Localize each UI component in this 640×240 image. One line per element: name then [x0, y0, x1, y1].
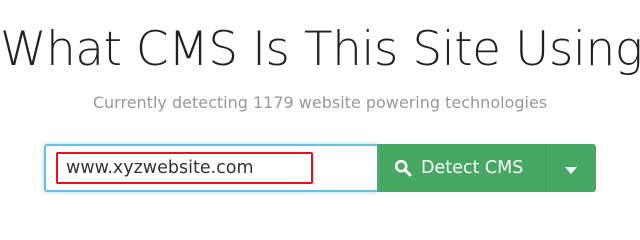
options-dropdown-toggle[interactable] — [546, 144, 596, 192]
page-title: What CMS Is This Site Using? — [0, 22, 640, 77]
url-field-container — [44, 144, 377, 192]
detect-cms-button-label: Detect CMS — [421, 158, 524, 178]
caret-down-icon — [565, 159, 577, 178]
search-form: Detect CMS — [44, 144, 596, 192]
page-subtitle: Currently detecting 1179 website powerin… — [92, 93, 548, 112]
cms-detector-page: What CMS Is This Site Using? Currently d… — [0, 0, 640, 240]
detect-cms-button[interactable]: Detect CMS — [377, 144, 546, 192]
search-icon — [394, 159, 412, 177]
url-input[interactable] — [56, 152, 313, 184]
